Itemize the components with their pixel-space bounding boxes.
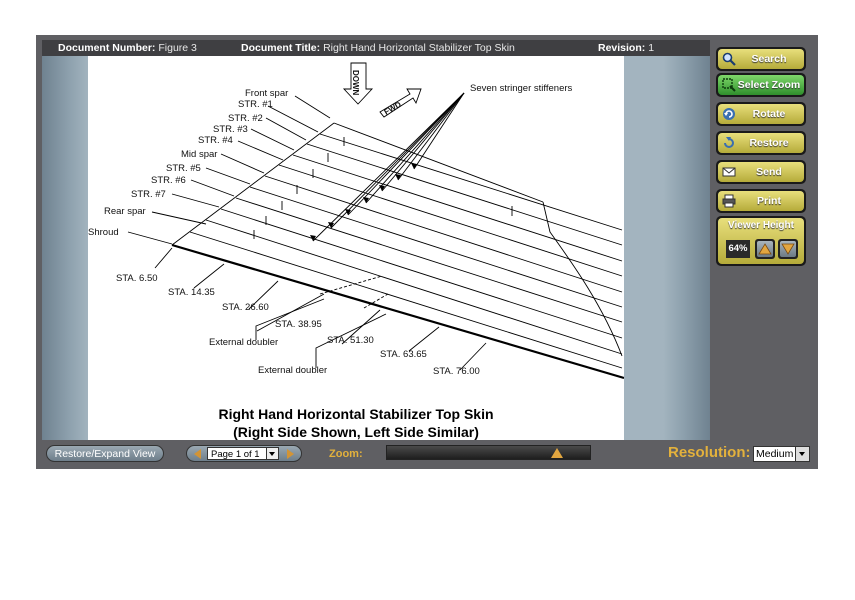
viewer-footer: Restore/Expand View Page 1 of 1 Zoom: Re… (36, 441, 818, 469)
callout-str-2: STR. #2 (228, 113, 263, 124)
undo-icon (724, 137, 734, 148)
station-label: STA. 38.95 (275, 319, 322, 330)
resolution-value: Medium (756, 448, 794, 460)
chevron-down-icon[interactable] (795, 447, 809, 461)
external-doubler-label: External doubler (258, 365, 327, 376)
page-navigator: Page 1 of 1 (186, 445, 302, 462)
stabilizer-drawing: DOWN FWD Front spar STR. #1 STR. #2 STR.… (88, 62, 624, 440)
viewer-height-value: 64% (726, 240, 750, 258)
station-label: STA. 26.60 (222, 302, 269, 313)
callout-rear-spar: Rear spar (104, 206, 146, 217)
callout-str-4: STR. #4 (198, 135, 233, 146)
resolution-select[interactable]: Medium (753, 446, 810, 462)
viewer-height-decrease-button[interactable] (778, 239, 798, 259)
doc-title: Right Hand Horizontal Stabilizer Top Ski… (323, 42, 515, 54)
restore-expand-button[interactable]: Restore/Expand View (46, 445, 164, 462)
doc-title-label: Document Title: (241, 42, 321, 54)
doc-number: Figure 3 (158, 42, 197, 54)
callout-mid-spar: Mid spar (181, 149, 217, 160)
document-header: Document Number: Figure 3 Document Title… (42, 40, 710, 56)
magnifier-icon (722, 52, 736, 66)
station-label: STA. 76.00 (433, 366, 480, 377)
callout-seven-stringer: Seven stringer stiffeners (470, 83, 573, 94)
zoom-label: Zoom: (329, 448, 363, 460)
select-zoom-icon (722, 78, 736, 92)
doc-number-label: Document Number: (58, 42, 156, 54)
doc-title-field: Document Title: Right Hand Horizontal St… (241, 40, 515, 56)
zoom-slider[interactable] (386, 445, 591, 460)
viewer-height-control: Viewer Height 64% (716, 216, 806, 266)
triangle-down-icon (781, 243, 795, 255)
external-doubler-label: External doubler (209, 337, 278, 348)
document-page: DOWN FWD Front spar STR. #1 STR. #2 STR.… (88, 56, 624, 440)
rotate-label: Rotate (752, 108, 786, 120)
rotate-button[interactable]: Rotate (716, 102, 806, 126)
search-button[interactable]: Search (716, 47, 806, 71)
document-canvas[interactable]: DOWN FWD Front spar STR. #1 STR. #2 STR.… (42, 56, 710, 440)
station-label: STA. 14.35 (168, 287, 215, 298)
revision-label: Revision: (598, 42, 646, 54)
chevron-down-icon[interactable] (266, 448, 278, 459)
restore-label: Restore (749, 137, 789, 149)
envelope-icon (722, 167, 736, 177)
callout-shroud: Shroud (88, 227, 119, 238)
document-viewer: Document Number: Figure 3 Document Title… (36, 35, 818, 469)
fwd-arrow-icon: FWD (379, 88, 422, 118)
zoom-slider-thumb[interactable] (551, 448, 563, 458)
select-zoom-button[interactable]: Select Zoom (716, 73, 806, 97)
figure-caption-line2: (Right Side Shown, Left Side Similar) (233, 424, 479, 440)
callout-str-5: STR. #5 (166, 163, 201, 174)
root-edge-line (171, 122, 335, 246)
next-page-icon[interactable] (287, 449, 294, 459)
callout-str-6: STR. #6 (151, 175, 186, 186)
down-arrow-icon: DOWN (342, 62, 374, 105)
resolution-label: Resolution: (668, 444, 751, 461)
page-select[interactable]: Page 1 of 1 (207, 447, 279, 460)
send-button[interactable]: Send (716, 160, 806, 184)
prev-page-icon[interactable] (194, 449, 201, 459)
doc-number-field: Document Number: Figure 3 (58, 40, 197, 56)
callout-str-1: STR. #1 (238, 99, 273, 110)
triangle-up-icon (758, 243, 772, 255)
restore-button[interactable]: Restore (716, 131, 806, 155)
station-label: STA. 6.50 (116, 273, 158, 284)
down-label: DOWN (351, 70, 360, 96)
search-label: Search (751, 53, 787, 65)
send-label: Send (756, 166, 782, 178)
revision-value: 1 (648, 42, 655, 54)
figure-caption-line1: Right Hand Horizontal Stabilizer Top Ski… (218, 406, 493, 422)
select-zoom-label: Select Zoom (737, 79, 801, 91)
station-label: STA. 63.65 (380, 349, 427, 360)
callout-str-3: STR. #3 (213, 124, 248, 135)
print-button[interactable]: Print (716, 189, 806, 213)
callout-str-7: STR. #7 (131, 189, 166, 200)
rotate-icon (723, 108, 735, 120)
printer-icon (722, 194, 736, 208)
page-indicator: Page 1 of 1 (211, 449, 260, 460)
print-label: Print (757, 195, 781, 207)
viewer-height-label: Viewer Height (728, 220, 794, 231)
viewer-height-increase-button[interactable] (755, 239, 775, 259)
revision-field: Revision: 1 (598, 40, 654, 56)
callout-front-spar: Front spar (245, 88, 288, 99)
station-label: STA. 51.30 (327, 335, 374, 346)
